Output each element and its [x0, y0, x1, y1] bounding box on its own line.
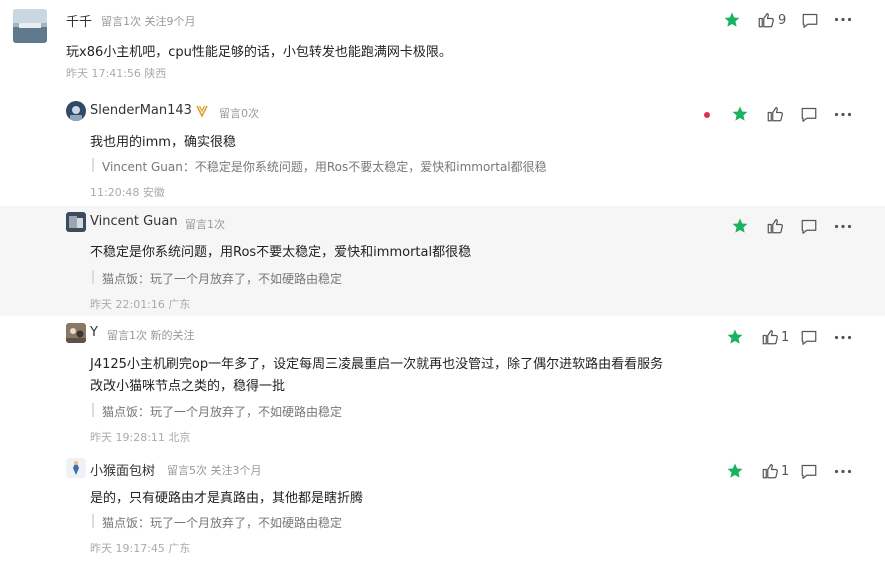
commenter-name[interactable]: Vincent Guan	[90, 214, 178, 229]
star-icon[interactable]	[726, 328, 744, 346]
thumb-up-icon[interactable]	[766, 105, 784, 123]
avatar-image	[66, 323, 86, 343]
more-icon[interactable]	[834, 335, 852, 340]
comment-time: 昨天 19:17:45 广东	[90, 542, 191, 555]
avatar-image	[66, 212, 86, 232]
commenter-name[interactable]: SlenderMan143	[90, 103, 192, 118]
avatar[interactable]	[66, 212, 86, 232]
comment-icon[interactable]	[800, 329, 818, 346]
star-icon[interactable]	[726, 462, 744, 480]
comment-body-line-2: 改改小猫咪节点之类的，稳得一批	[90, 379, 286, 394]
comment-body: 是的，只有硬路由才是真路由，其他都是瞎折腾	[90, 491, 364, 506]
comment-icon[interactable]	[800, 463, 818, 480]
more-icon[interactable]	[834, 469, 852, 474]
avatar[interactable]	[13, 9, 47, 43]
avatar[interactable]	[66, 101, 86, 121]
star-icon[interactable]	[731, 105, 749, 123]
avatar-image	[66, 101, 86, 121]
commenter-meta: 留言5次 关注3个月	[167, 464, 262, 477]
commenter-name[interactable]: 小猴面包树	[90, 460, 155, 479]
avatar[interactable]	[66, 458, 86, 478]
comment-time: 昨天 17:41:56 陕西	[66, 67, 167, 80]
quoted-comment: Vincent Guan：不稳定是你系统问题，用Ros不要太稳定，爱快和immo…	[102, 160, 547, 174]
thumb-up-icon[interactable]	[761, 462, 779, 480]
thumb-up-icon[interactable]	[761, 328, 779, 346]
more-icon[interactable]	[834, 17, 852, 22]
commenter-meta: 留言1次	[185, 218, 225, 231]
commenter-meta: 留言1次 关注9个月	[101, 15, 196, 28]
comment-icon[interactable]	[800, 106, 818, 123]
commenter-name[interactable]: Y	[90, 325, 98, 340]
comment-time: 昨天 22:01:16 广东	[90, 298, 191, 311]
quote-bar	[92, 270, 94, 284]
like-count: 1	[781, 330, 790, 345]
badge-icon	[196, 105, 208, 118]
commenter-meta: 留言1次 新的关注	[107, 329, 195, 342]
notification-dot	[704, 112, 710, 118]
star-icon[interactable]	[723, 11, 741, 29]
comment-body: 不稳定是你系统问题，用Ros不要太稳定，爱快和immortal都很稳	[90, 245, 472, 260]
comment-time: 11:20:48 安徽	[90, 186, 165, 199]
quoted-comment: 猫点饭：玩了一个月放弃了，不如硬路由稳定	[102, 272, 343, 286]
thumb-up-icon[interactable]	[766, 217, 784, 235]
avatar-image	[13, 9, 47, 43]
comment-icon[interactable]	[801, 12, 819, 29]
avatar-image	[66, 458, 86, 478]
thumb-up-icon[interactable]	[757, 11, 775, 29]
like-count: 1	[781, 464, 790, 479]
comment-icon[interactable]	[800, 218, 818, 235]
quote-bar	[92, 514, 94, 528]
commenter-meta: 留言0次	[219, 107, 259, 120]
star-icon[interactable]	[731, 217, 749, 235]
quote-bar	[92, 403, 94, 417]
avatar[interactable]	[66, 323, 86, 343]
quote-bar	[92, 158, 94, 172]
like-count: 9	[778, 13, 787, 28]
quoted-comment: 猫点饭：玩了一个月放弃了，不如硬路由稳定	[102, 516, 343, 530]
comment-body: 玩x86小主机吧，cpu性能足够的话，小包转发也能跑满网卡极限。	[66, 45, 452, 60]
more-icon[interactable]	[834, 224, 852, 229]
comment-body-line-1: J4125小主机刷完op一年多了，设定每周三凌晨重启一次就再也没管过，除了偶尔进…	[90, 357, 664, 372]
more-icon[interactable]	[834, 112, 852, 117]
comment-body: 我也用的imm，确实很稳	[90, 135, 236, 150]
commenter-name[interactable]: 千千	[66, 11, 92, 30]
quoted-comment: 猫点饭：玩了一个月放弃了，不如硬路由稳定	[102, 405, 343, 419]
comment-time: 昨天 19:28:11 北京	[90, 431, 191, 444]
